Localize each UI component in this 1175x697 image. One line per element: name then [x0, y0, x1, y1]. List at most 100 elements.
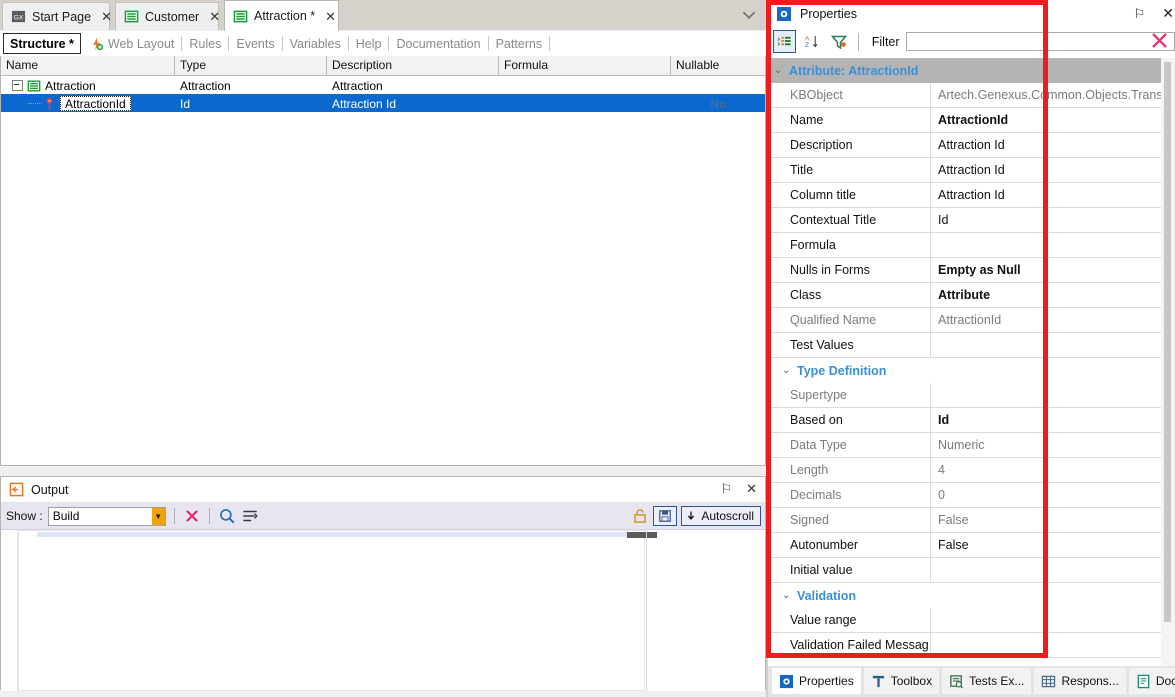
tab-start-page[interactable]: GX Start Page ✕	[2, 2, 112, 30]
scrollbar-thumb[interactable]	[627, 532, 657, 538]
chevron-down-icon[interactable]: ⌄	[782, 365, 792, 376]
chevron-down-icon[interactable]: ⌄	[782, 590, 792, 601]
close-icon[interactable]: ✕	[325, 10, 336, 23]
property-value[interactable]	[931, 233, 1161, 257]
properties-subsection-header[interactable]: ⌄ Validation	[768, 583, 1161, 608]
row-type-cell[interactable]: Attraction	[175, 76, 327, 94]
dock-tab-responsive[interactable]: Respons...	[1034, 668, 1126, 694]
column-header-type[interactable]: Type	[175, 56, 327, 75]
chevron-down-icon[interactable]: ⌄	[774, 65, 784, 76]
property-value[interactable]: Attraction Id	[931, 183, 1161, 207]
property-value[interactable]: Id	[931, 208, 1161, 232]
row-name-cell[interactable]: Attraction	[1, 76, 175, 94]
show-select[interactable]: Build ▼	[47, 506, 166, 526]
property-row[interactable]: Initial value	[768, 558, 1161, 583]
property-value[interactable]: False	[931, 533, 1161, 557]
tab-rules[interactable]: Rules	[182, 34, 228, 53]
close-icon[interactable]: ✕	[101, 10, 112, 23]
property-value[interactable]	[931, 633, 1161, 657]
pin-icon[interactable]: ⚐	[720, 481, 732, 497]
property-value[interactable]: Empty as Null	[931, 258, 1161, 282]
output-body[interactable]	[1, 530, 765, 691]
property-row[interactable]: Formula	[768, 233, 1161, 258]
property-value[interactable]: False	[931, 508, 1161, 532]
property-value[interactable]: Attribute	[931, 283, 1161, 307]
pin-icon[interactable]: ⚐	[1134, 6, 1146, 22]
structure-grid[interactable]: Name Type Description Formula Nullable A…	[0, 56, 766, 466]
property-row[interactable]: Supertype	[768, 383, 1161, 408]
property-value[interactable]	[931, 608, 1161, 632]
tab-attraction[interactable]: Attraction * ✕	[224, 0, 339, 31]
dock-tab-documentation[interactable]: Docume...	[1128, 668, 1175, 694]
property-row[interactable]: Column title Attraction Id	[768, 183, 1161, 208]
chevron-down-icon[interactable]: ▼	[151, 507, 165, 525]
property-value[interactable]	[931, 383, 1161, 407]
properties-subsection-header[interactable]: ⌄ Type Definition	[768, 358, 1161, 383]
clear-output-icon[interactable]	[183, 507, 201, 525]
tab-patterns[interactable]: Patterns	[489, 34, 550, 53]
word-wrap-icon[interactable]	[241, 507, 259, 525]
table-row[interactable]: Attraction Attraction Attraction	[1, 76, 765, 94]
horizontal-scrollbar[interactable]	[37, 532, 627, 537]
property-value[interactable]: Numeric	[931, 433, 1161, 457]
properties-vertical-scrollbar[interactable]	[1161, 58, 1175, 666]
filter-toggle-button[interactable]	[828, 31, 849, 52]
tab-customer[interactable]: Customer ✕	[115, 2, 220, 30]
tab-variables[interactable]: Variables	[283, 34, 348, 53]
dock-tab-toolbox[interactable]: Toolbox	[863, 668, 940, 694]
name-editor-input[interactable]: AttractionId	[60, 96, 131, 111]
column-header-name[interactable]: Name	[1, 56, 175, 75]
close-icon[interactable]: ✕	[1162, 5, 1174, 22]
row-description-cell[interactable]: Attraction Id	[327, 94, 499, 112]
property-row[interactable]: Contextual Title Id	[768, 208, 1161, 233]
row-formula-cell[interactable]	[499, 94, 671, 112]
property-row[interactable]: Validation Failed Messag	[768, 633, 1161, 658]
property-value[interactable]: AttractionId	[931, 308, 1161, 332]
property-row[interactable]: Value range	[768, 608, 1161, 633]
autoscroll-button[interactable]: Autoscroll	[681, 506, 761, 526]
dock-tab-properties[interactable]: Properties	[772, 668, 861, 694]
property-row[interactable]: KBObject Artech.Genexus.Common.Objects.T…	[768, 83, 1161, 108]
close-icon[interactable]: ✕	[746, 481, 757, 497]
property-value[interactable]	[931, 333, 1161, 357]
collapse-toggle-icon[interactable]	[12, 80, 23, 91]
property-value[interactable]: AttractionId	[931, 108, 1161, 132]
property-row[interactable]: Description Attraction Id	[768, 133, 1161, 158]
row-type-cell[interactable]: Id	[175, 94, 327, 112]
scrollbar-thumb[interactable]	[1164, 62, 1171, 622]
property-row[interactable]: Signed False	[768, 508, 1161, 533]
property-value[interactable]: Id	[931, 408, 1161, 432]
row-nullable-cell[interactable]	[671, 76, 765, 94]
column-header-description[interactable]: Description	[327, 56, 499, 75]
dock-tab-tests-explorer[interactable]: Tests Ex...	[942, 668, 1032, 694]
row-formula-cell[interactable]	[499, 76, 671, 94]
column-header-nullable[interactable]: Nullable	[671, 56, 765, 75]
properties-list[interactable]: ⌄ Attribute: AttractionId KBObject Artec…	[768, 58, 1161, 666]
property-row[interactable]: Based on Id	[768, 408, 1161, 433]
tab-documentation[interactable]: Documentation	[389, 34, 487, 53]
categorized-view-button[interactable]	[773, 30, 796, 53]
property-row[interactable]: Nulls in Forms Empty as Null	[768, 258, 1161, 283]
property-row[interactable]: Qualified Name AttractionId	[768, 308, 1161, 333]
column-header-formula[interactable]: Formula	[499, 56, 671, 75]
property-row[interactable]: Name AttractionId	[768, 108, 1161, 133]
property-row[interactable]: Class Attribute	[768, 283, 1161, 308]
tab-structure[interactable]: Structure *	[3, 33, 81, 54]
property-value[interactable]: Artech.Genexus.Common.Objects.Trans...	[931, 83, 1161, 107]
tab-events[interactable]: Events	[229, 34, 281, 53]
close-icon[interactable]: ✕	[209, 10, 220, 23]
property-row[interactable]: Length 4	[768, 458, 1161, 483]
save-output-button[interactable]	[653, 506, 678, 526]
find-icon[interactable]	[218, 507, 236, 525]
property-row[interactable]: Autonumber False	[768, 533, 1161, 558]
property-row[interactable]: Decimals 0	[768, 483, 1161, 508]
property-value[interactable]: Attraction Id	[931, 158, 1161, 182]
table-row[interactable]: AttractionId Id Attraction Id No	[1, 94, 765, 112]
row-description-cell[interactable]: Attraction	[327, 76, 499, 94]
property-row[interactable]: Data Type Numeric	[768, 433, 1161, 458]
output-text-area[interactable]	[18, 530, 657, 691]
alphabetical-sort-button[interactable]: A Z	[802, 31, 823, 52]
properties-section-header[interactable]: ⌄ Attribute: AttractionId	[768, 58, 1161, 83]
row-name-cell[interactable]: AttractionId	[1, 94, 175, 112]
clear-filter-icon[interactable]	[1150, 31, 1169, 50]
